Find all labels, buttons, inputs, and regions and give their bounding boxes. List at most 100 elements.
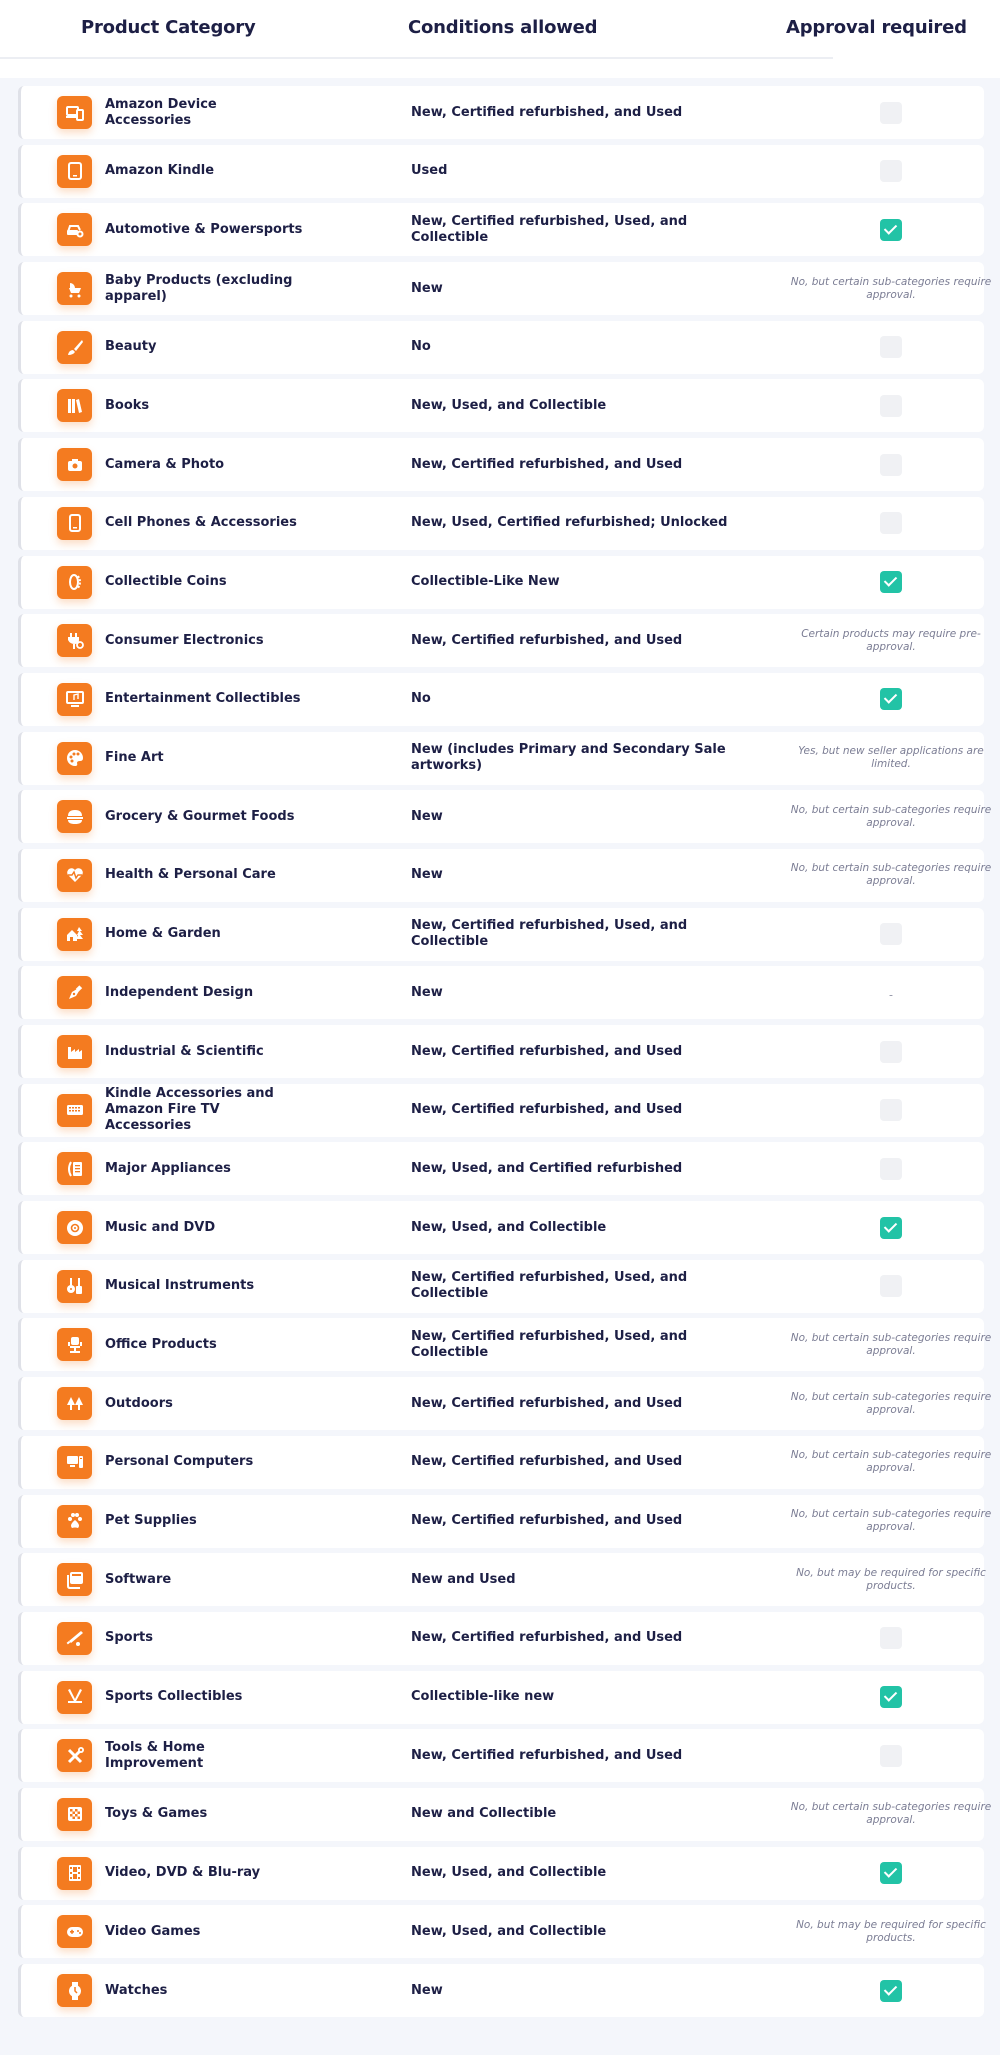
approval-checkbox-unchecked <box>880 1157 902 1180</box>
table-row-8: Cell Phones & Accessories New, Used, Cer… <box>18 496 984 550</box>
devices-icon-glyph <box>65 105 84 121</box>
conditions-allowed: New (includes Primary and Secondary Sale… <box>411 742 726 774</box>
bat-ball-icon-glyph <box>66 1631 83 1647</box>
table-row-27: Sports New, Certified refurbished, and U… <box>18 1611 984 1665</box>
table-row-14: Health & Personal Care New No, but certa… <box>18 848 991 902</box>
table-row-19: Major Appliances New, Used, and Certifie… <box>18 1142 984 1196</box>
home-tree-icon <box>57 917 92 951</box>
approval-cell <box>761 1040 1000 1063</box>
approval-note: No, but may be required for specific pro… <box>796 1566 986 1592</box>
hockey-sticks-icon <box>57 1680 92 1714</box>
approval-cell <box>761 923 1000 946</box>
table-row-11: Entertainment Collectibles No <box>18 672 984 726</box>
category-name: Baby Products (excluding apparel) <box>105 272 293 304</box>
checkerboard-icon <box>57 1797 92 1831</box>
palette-icon <box>57 741 92 775</box>
category-name: Beauty <box>105 339 157 355</box>
column-header-category: Product Category <box>81 17 256 38</box>
paw-icon <box>57 1504 92 1538</box>
approval-checkbox-checked <box>880 218 902 241</box>
approval-cell: No, but may be required for specific pro… <box>761 1919 1000 1945</box>
table-row-20: Music and DVD New, Used, and Collectible <box>18 1201 984 1255</box>
conditions-allowed: New, Used, and Collectible <box>411 397 607 413</box>
approval-cell: No, but certain sub-categories require a… <box>761 1449 1000 1475</box>
approval-note: No, but certain sub-categories require a… <box>790 1331 992 1357</box>
conditions-allowed: New, Certified refurbished, and Used <box>411 456 683 472</box>
category-name: Amazon Device Accessories <box>105 96 217 128</box>
table-row-13: Grocery & Gourmet Foods New No, but cert… <box>18 790 991 844</box>
category-name: Entertainment Collectibles <box>105 691 301 707</box>
film-icon <box>57 1856 92 1890</box>
table-row-5: Beauty No <box>18 320 984 374</box>
conditions-allowed: New, Certified refurbished, Used, and Co… <box>411 918 688 950</box>
category-name: Industrial & Scientific <box>105 1043 264 1059</box>
conditions-allowed: New, Certified refurbished, and Used <box>411 632 683 648</box>
category-name: Video, DVD & Blu-ray <box>105 1865 261 1881</box>
category-name: Major Appliances <box>105 1160 231 1176</box>
palette-icon-glyph <box>66 750 83 767</box>
table-row-23: Outdoors New, Certified refurbished, and… <box>18 1377 991 1431</box>
category-name: Kindle Accessories and Amazon Fire TV Ac… <box>105 1086 274 1134</box>
conditions-allowed: New, Used, and Collectible <box>411 1923 607 1939</box>
trees-icon <box>57 1387 92 1421</box>
category-name: Musical Instruments <box>105 1278 255 1294</box>
brush-icon <box>57 330 92 364</box>
approval-cell: No, but certain sub-categories require a… <box>761 1391 1000 1417</box>
conditions-allowed: New and Collectible <box>411 1806 557 1822</box>
conditions-allowed: Used <box>411 163 448 179</box>
approval-note: No, but may be required for specific pro… <box>796 1918 986 1944</box>
phone-icon-glyph <box>68 514 81 533</box>
approval-checkbox-unchecked <box>880 1099 902 1122</box>
table-row-16: Independent Design New - <box>18 966 984 1020</box>
category-name: Software <box>105 1571 172 1587</box>
category-name: Tools & Home Improvement <box>105 1739 205 1771</box>
category-name: Grocery & Gourmet Foods <box>105 808 295 824</box>
conditions-allowed: New, Certified refurbished, and Used <box>411 1395 683 1411</box>
category-name: Music and DVD <box>105 1219 216 1235</box>
table-row-22: Office Products New, Certified refurbish… <box>18 1318 991 1372</box>
conditions-allowed: New, Used, and Certified refurbished <box>411 1160 683 1176</box>
keyboard-icon <box>57 1093 92 1127</box>
approval-checkbox-checked <box>880 1686 902 1709</box>
approval-checkbox-unchecked <box>880 1275 902 1298</box>
office-chair-icon <box>57 1328 92 1362</box>
guitar-icon-glyph <box>66 1278 82 1295</box>
table-row-15: Home & Garden New, Certified refurbished… <box>18 907 984 961</box>
category-name: Video Games <box>105 1923 201 1939</box>
conditions-allowed: New <box>411 808 443 824</box>
office-chair-icon-glyph <box>67 1336 82 1353</box>
conditions-allowed: New, Used, and Collectible <box>411 1219 607 1235</box>
approval-checkbox-unchecked <box>880 923 902 946</box>
category-name: Books <box>105 397 150 413</box>
column-header-conditions: Conditions allowed <box>408 17 598 38</box>
guitar-icon <box>57 1269 92 1303</box>
table-row-4: Baby Products (excluding apparel) New No… <box>18 262 991 316</box>
gamepad-icon <box>57 1915 92 1949</box>
conditions-allowed: New, Certified refurbished, and Used <box>411 1102 683 1118</box>
coin-icon <box>57 565 92 599</box>
camera-icon <box>57 448 92 482</box>
conditions-allowed: New and Used <box>411 1571 516 1587</box>
table-row-24: Personal Computers New, Certified refurb… <box>18 1435 991 1489</box>
category-name: Camera & Photo <box>105 456 225 472</box>
keyboard-icon-glyph <box>66 1105 83 1116</box>
stroller-icon <box>57 272 92 306</box>
appliance-icon-glyph <box>67 1161 82 1177</box>
approval-checkbox-checked <box>880 1979 902 2002</box>
approval-checkbox-unchecked <box>880 453 902 476</box>
tools-icon <box>57 1739 92 1773</box>
approval-note: No, but certain sub-categories require a… <box>790 1801 992 1827</box>
approval-note: No, but certain sub-categories require a… <box>790 803 992 829</box>
tools-icon-glyph <box>67 1746 84 1763</box>
table-row-10: Consumer Electronics New, Certified refu… <box>18 614 984 668</box>
approval-cell <box>761 336 1000 359</box>
pen-nib-icon-glyph <box>68 985 82 999</box>
conditions-allowed: New, Certified refurbished, and Used <box>411 1513 683 1528</box>
watch-icon-glyph <box>68 1981 81 2000</box>
monitor-music-icon <box>57 682 92 716</box>
table-row-28: Sports Collectibles Collectible-like new <box>18 1670 984 1724</box>
checkerboard-icon-glyph <box>67 1807 82 1822</box>
disc-icon-glyph <box>66 1219 83 1236</box>
approval-checkbox-unchecked <box>880 1040 902 1063</box>
approval-note: No, but certain sub-categories require a… <box>790 862 992 888</box>
